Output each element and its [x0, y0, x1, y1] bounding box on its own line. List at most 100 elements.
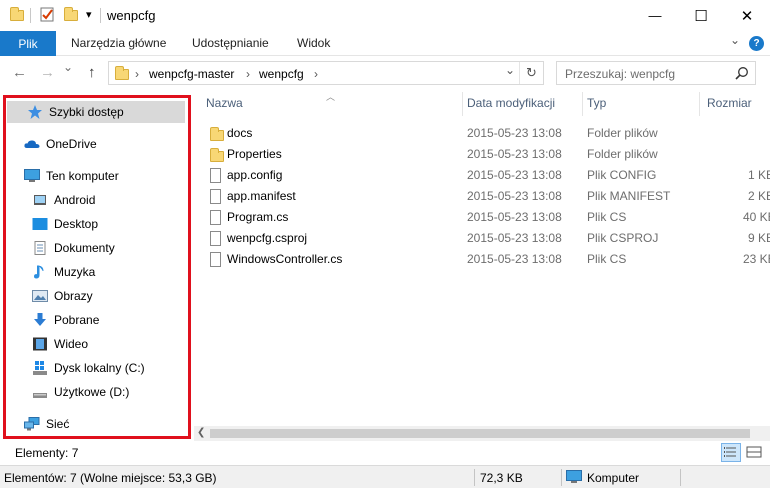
column-label: Data modyfikacji	[467, 96, 556, 110]
device-icon	[32, 193, 48, 207]
file-size: 9 KB	[748, 231, 770, 245]
large-icons-view-icon	[746, 446, 762, 458]
file-size: 40 KB	[743, 210, 770, 224]
tab-share[interactable]: Udostępnianie	[192, 36, 269, 50]
item-count-row: Elementy: 7	[0, 441, 770, 465]
breadcrumb-separator[interactable]: ›	[135, 67, 139, 81]
search-input[interactable]: Przeszukaj: wenpcfg	[556, 61, 756, 85]
expand-ribbon-icon[interactable]: ⌄	[730, 33, 740, 47]
address-history-dropdown[interactable]: ⌄	[505, 63, 515, 77]
nav-item-documents[interactable]: Dokumenty	[32, 237, 115, 259]
customize-toolbar-icon[interactable]: ▾	[86, 8, 92, 21]
nav-item-onedrive[interactable]: OneDrive	[24, 133, 97, 155]
status-divider	[561, 469, 562, 486]
help-icon[interactable]: ?	[749, 36, 764, 51]
nav-item-local-disk-c[interactable]: Dysk lokalny (C:)	[32, 357, 145, 379]
minimize-button[interactable]: —	[632, 0, 678, 31]
horizontal-scrollbar[interactable]: ❮	[194, 426, 770, 441]
folder-icon	[210, 147, 224, 162]
file-date: 2015-05-23 13:08	[467, 126, 562, 140]
column-header-type[interactable]: Typ	[583, 90, 699, 116]
status-location: Komputer	[587, 471, 640, 485]
file-type: Plik CS	[587, 210, 627, 224]
address-bar[interactable]: › wenpcfg-master › wenpcfg › ⌄ ↻	[108, 61, 544, 85]
network-icon	[24, 417, 40, 431]
status-summary: Elementów: 7 (Wolne miejsce: 53,3 GB)	[4, 471, 217, 485]
breadcrumb-wenpcfg-master[interactable]: wenpcfg-master	[149, 67, 234, 81]
status-bar: Elementów: 7 (Wolne miejsce: 53,3 GB) 72…	[0, 465, 770, 488]
document-icon	[32, 241, 48, 255]
file-size: 23 KB	[743, 252, 770, 266]
nav-label: Obrazy	[54, 289, 93, 303]
search-icon	[735, 66, 749, 83]
title-divider	[100, 8, 101, 23]
nav-label: Ten komputer	[46, 169, 119, 183]
title-bar: ▾ wenpcfg — ☐ ✕	[0, 0, 770, 31]
nav-item-music[interactable]: Muzyka	[32, 261, 95, 283]
column-header-name[interactable]: Nazwa	[200, 90, 462, 116]
file-name: wenpcfg.csproj	[227, 231, 308, 245]
file-icon	[210, 231, 222, 246]
file-type: Plik CSPROJ	[587, 231, 659, 245]
back-button[interactable]: ←	[12, 64, 27, 81]
window-title: wenpcfg	[107, 8, 156, 23]
tab-file[interactable]: Plik	[0, 31, 56, 56]
file-size: 2 KB	[748, 189, 770, 203]
folder-icon	[115, 66, 129, 80]
file-icon	[210, 210, 222, 225]
maximize-button[interactable]: ☐	[678, 0, 724, 31]
recent-locations-button[interactable]: ⌄	[63, 60, 73, 74]
ribbon: Plik Narzędzia główne Udostępnianie Wido…	[0, 31, 770, 56]
scrollbar-thumb[interactable]	[210, 429, 750, 438]
file-type: Plik MANIFEST	[587, 189, 671, 203]
nav-item-desktop[interactable]: Desktop	[32, 213, 98, 235]
nav-item-downloads[interactable]: Pobrane	[32, 309, 99, 331]
up-button[interactable]: ↑	[88, 64, 96, 81]
nav-item-quick-access[interactable]: Szybki dostęp	[7, 101, 185, 123]
properties-icon[interactable]	[40, 7, 56, 22]
nav-label: Muzyka	[54, 265, 96, 279]
file-icon	[210, 189, 222, 204]
nav-item-network[interactable]: Sieć	[24, 413, 69, 435]
breadcrumb-separator[interactable]: ›	[246, 67, 250, 81]
nav-label: Desktop	[54, 217, 99, 231]
column-label: Nazwa	[206, 96, 243, 110]
folder-icon	[210, 126, 224, 141]
details-view-icon	[724, 447, 736, 457]
file-row[interactable]: wenpcfg.csproj 2015-05-23 13:08 Plik CSP…	[200, 228, 770, 249]
file-row[interactable]: app.config 2015-05-23 13:08 Plik CONFIG …	[200, 165, 770, 186]
file-type: Plik CS	[587, 252, 627, 266]
file-date: 2015-05-23 13:08	[467, 231, 562, 245]
tab-view[interactable]: Widok	[297, 36, 330, 50]
download-arrow-icon	[32, 313, 48, 327]
desktop-icon	[32, 217, 48, 231]
refresh-button[interactable]: ↻	[526, 65, 537, 81]
forward-button[interactable]: →	[40, 64, 55, 81]
file-row[interactable]: Properties 2015-05-23 13:08 Folder plikó…	[200, 144, 770, 165]
file-icon	[210, 168, 222, 183]
nav-item-android[interactable]: Android	[32, 189, 95, 211]
nav-item-this-pc[interactable]: Ten komputer	[24, 165, 119, 187]
file-row[interactable]: app.manifest 2015-05-23 13:08 Plik MANIF…	[200, 186, 770, 207]
breadcrumb-wenpcfg[interactable]: wenpcfg	[259, 67, 304, 81]
large-icons-view-button[interactable]	[745, 444, 765, 462]
breadcrumb-separator[interactable]: ›	[314, 67, 318, 81]
nav-item-videos[interactable]: Wideo	[32, 333, 88, 355]
navigation-pane: Szybki dostęp OneDrive Ten komputer Andr…	[0, 90, 194, 440]
details-view-button[interactable]	[721, 443, 741, 462]
status-size: 72,3 KB	[480, 471, 523, 485]
close-button[interactable]: ✕	[724, 0, 770, 31]
file-name: Properties	[227, 147, 282, 161]
computer-icon	[566, 470, 582, 487]
file-row[interactable]: Program.cs 2015-05-23 13:08 Plik CS 40 K…	[200, 207, 770, 228]
column-header-date[interactable]: Data modyfikacji	[463, 90, 582, 116]
file-row[interactable]: WindowsController.cs 2015-05-23 13:08 Pl…	[200, 249, 770, 270]
tab-home[interactable]: Narzędzia główne	[71, 36, 166, 50]
new-folder-icon[interactable]	[64, 7, 80, 21]
nav-item-utility-disk-d[interactable]: Użytkowe (D:)	[32, 381, 129, 403]
file-row[interactable]: docs 2015-05-23 13:08 Folder plików	[200, 123, 770, 144]
column-label: Rozmiar	[707, 96, 752, 110]
scroll-left-arrow-icon[interactable]: ❮	[197, 427, 205, 438]
nav-item-pictures[interactable]: Obrazy	[32, 285, 93, 307]
column-header-size[interactable]: Rozmiar	[700, 90, 770, 116]
